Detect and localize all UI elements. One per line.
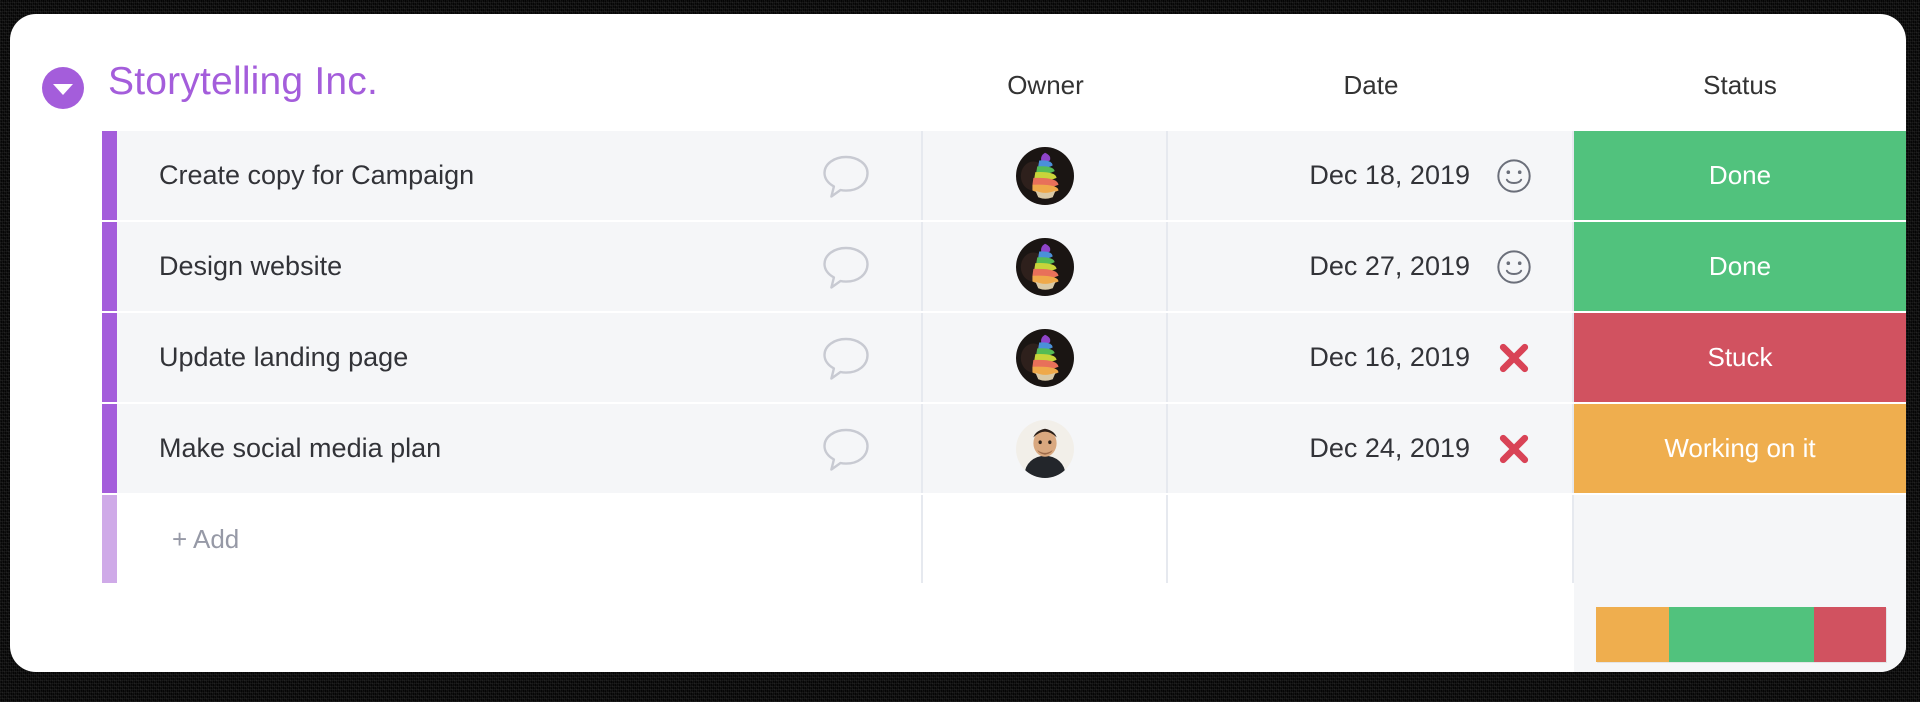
avatar[interactable] [1015,328,1074,387]
table-row[interactable]: Update landing page Dec 16, 2019 Stuck [10,313,1906,402]
cell-task-name[interactable]: Make social media plan [117,404,923,493]
summary-segment[interactable] [1668,607,1814,662]
status-label: Working on it [1664,433,1816,463]
board-header: Storytelling Inc. Owner Date Status [10,14,1906,131]
cell-date[interactable]: Dec 27, 2019 [1168,222,1574,311]
cell-date[interactable]: Dec 24, 2019 [1168,404,1574,493]
task-title: Update landing page [159,342,409,372]
table-row[interactable]: Make social media plan Dec 24, 2019 Workin… [10,404,1906,493]
caret-down-icon[interactable] [42,67,84,109]
summary-segment[interactable] [1596,607,1669,662]
status-summary [1574,579,1906,672]
status-label: Done [1708,160,1772,190]
add-item-button[interactable]: + Add [117,495,923,583]
column-header-owner[interactable]: Owner [923,70,1168,101]
cell-owner[interactable] [923,313,1168,402]
task-title: Design website [159,251,343,281]
speech-bubble-icon[interactable] [819,331,873,385]
board-card: Storytelling Inc. Owner Date Status Crea… [10,14,1906,672]
page-title: Storytelling Inc. [108,60,379,103]
cell-date[interactable]: Dec 16, 2019 [1168,313,1574,402]
speech-bubble-icon[interactable] [819,149,873,203]
add-row-owner-cell [923,495,1168,583]
date-value: Dec 27, 2019 [1309,251,1470,281]
task-rows: Create copy for Campaign Dec 18, 2019 Done… [10,131,1906,583]
smiley-face-icon[interactable] [1494,156,1534,196]
cell-task-name[interactable]: Design website [117,222,923,311]
red-x-icon[interactable] [1494,338,1534,378]
cell-owner[interactable] [923,222,1168,311]
table-row[interactable]: Design website Dec 27, 2019 Done [10,222,1906,311]
smiley-face-icon[interactable] [1494,247,1534,287]
cell-task-name[interactable]: Update landing page [117,313,923,402]
red-x-icon[interactable] [1494,429,1534,469]
status-badge[interactable]: Working on it [1574,404,1906,493]
column-header-date[interactable]: Date [1168,70,1574,101]
status-badge[interactable]: Done [1574,131,1906,220]
avatar[interactable] [1015,146,1074,205]
date-value: Dec 18, 2019 [1309,160,1470,190]
add-row-date-cell [1168,495,1574,583]
task-title: Create copy for Campaign [159,160,475,190]
status-badge[interactable]: Done [1574,222,1906,311]
task-title: Make social media plan [159,433,442,463]
avatar[interactable] [1015,237,1074,296]
cell-owner[interactable] [923,131,1168,220]
row-color-bar [102,404,117,493]
column-header-status[interactable]: Status [1574,70,1906,101]
status-badge[interactable]: Stuck [1574,313,1906,402]
cell-date[interactable]: Dec 18, 2019 [1168,131,1574,220]
date-value: Dec 16, 2019 [1309,342,1470,372]
status-label: Done [1708,251,1772,281]
cell-owner[interactable] [923,404,1168,493]
add-row-status-cell [1574,495,1906,583]
status-summary-bar[interactable] [1596,607,1886,662]
status-label: Stuck [1707,342,1773,372]
cell-task-name[interactable]: Create copy for Campaign [117,131,923,220]
summary-segment[interactable] [1813,607,1886,662]
date-value: Dec 24, 2019 [1309,433,1470,463]
row-color-bar [102,131,117,220]
table-row[interactable]: Create copy for Campaign Dec 18, 2019 Done [10,131,1906,220]
avatar[interactable] [1015,419,1074,478]
row-color-bar [102,222,117,311]
speech-bubble-icon[interactable] [819,240,873,294]
row-color-bar [102,313,117,402]
add-label: + Add [172,523,240,554]
add-row-color-bar [102,495,117,583]
caret-glyph [53,83,73,95]
speech-bubble-icon[interactable] [819,422,873,476]
add-row[interactable]: + Add [10,495,1906,583]
